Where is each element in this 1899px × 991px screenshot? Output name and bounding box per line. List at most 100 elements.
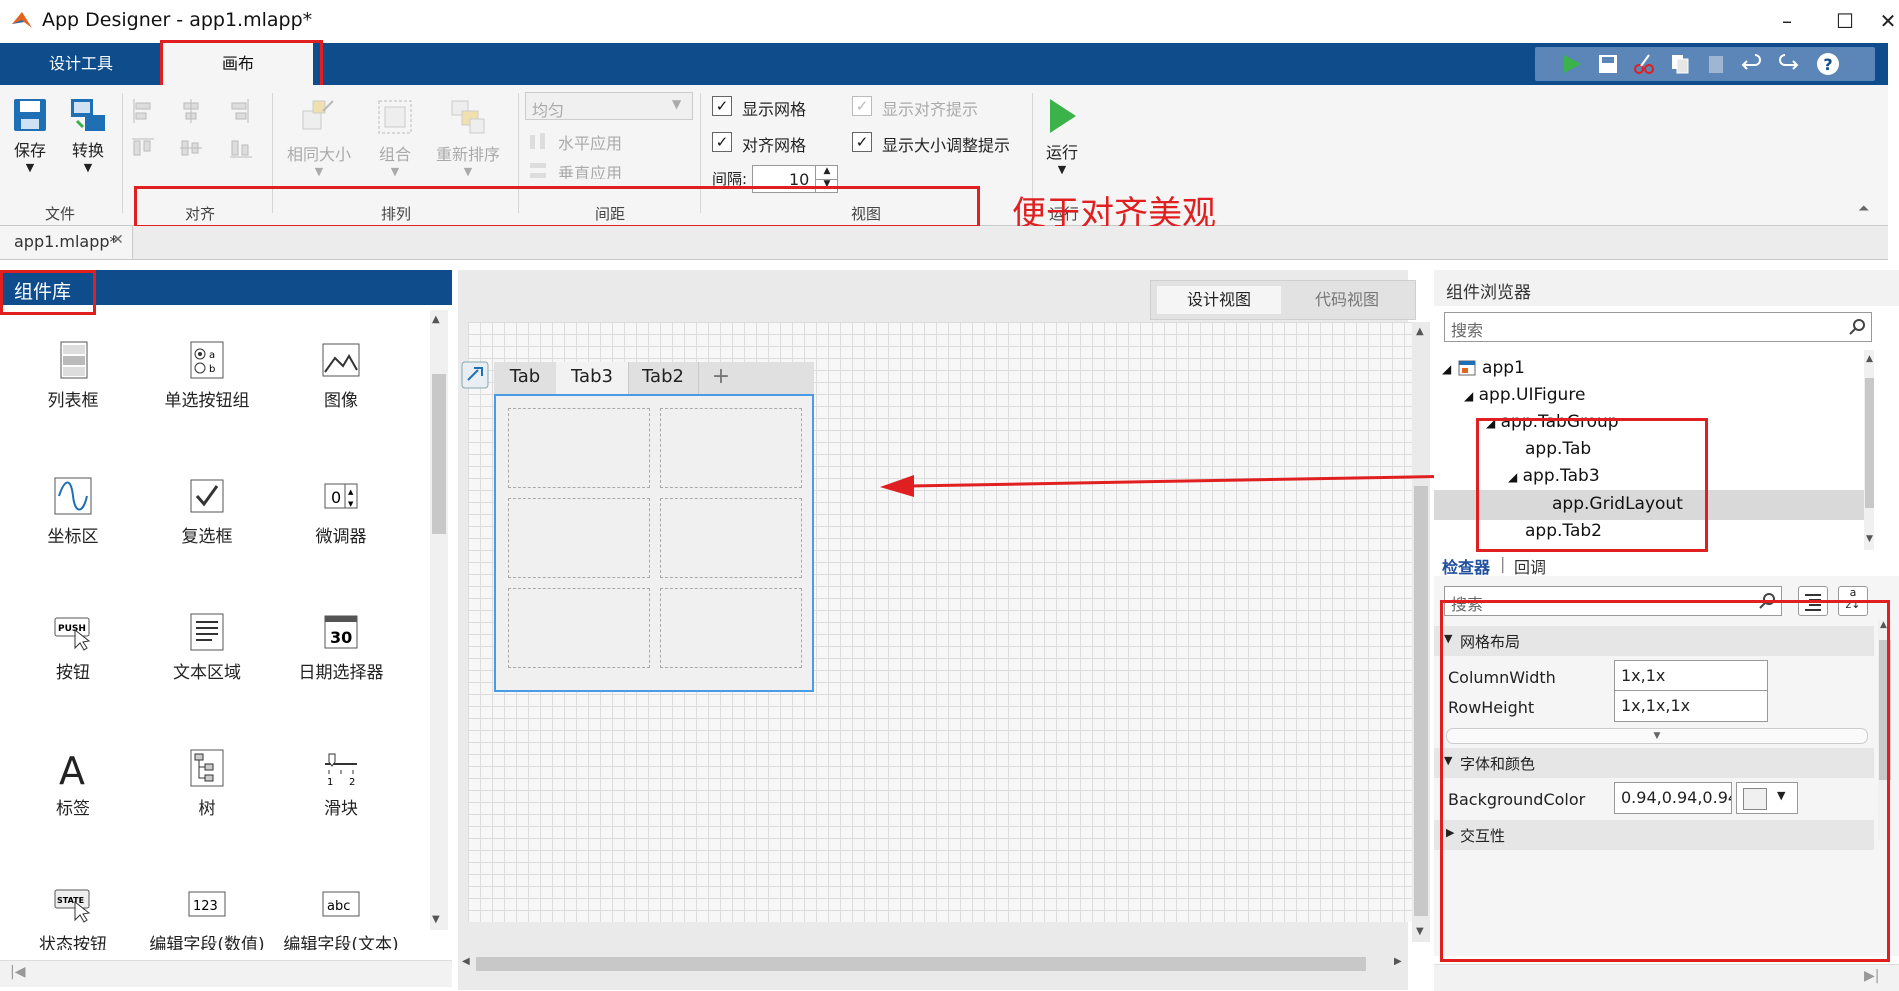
document-tab-row: app1.mlapp* ✕ bbox=[0, 226, 1888, 260]
component-listbox[interactable]: 列表框 bbox=[8, 340, 138, 411]
component-slider[interactable]: 12 滑块 bbox=[276, 748, 406, 819]
inspector-tab[interactable]: 检查器 bbox=[1442, 554, 1490, 576]
vertical-apply-button[interactable]: 垂直应用 bbox=[528, 159, 688, 179]
grid-cell[interactable] bbox=[660, 408, 802, 488]
browser-search-input[interactable]: 搜索 bbox=[1444, 312, 1872, 342]
component-label-widget[interactable]: A 标签 bbox=[8, 748, 138, 819]
component-radio-group[interactable]: ab 单选按钮组 bbox=[142, 340, 272, 411]
tab-group-settings-icon[interactable] bbox=[460, 360, 490, 390]
callbacks-tab[interactable]: 回调 bbox=[1514, 554, 1546, 576]
horizontal-apply-button[interactable]: 水平应用 bbox=[528, 129, 688, 153]
scroll-down-icon[interactable]: ▼ bbox=[432, 914, 440, 925]
expanded-arrow-icon[interactable]: ◢ bbox=[1442, 362, 1451, 376]
save-button[interactable]: 保存 ▼ bbox=[10, 97, 50, 174]
expanded-arrow-icon[interactable]: ◢ bbox=[1464, 389, 1473, 403]
snap-grid-checkbox[interactable]: ✓ 对齐网格 bbox=[712, 132, 832, 155]
app-icon bbox=[1458, 360, 1476, 376]
copy-icon[interactable] bbox=[1669, 53, 1691, 75]
quick-access-toolbar: ? bbox=[1535, 47, 1875, 81]
component-state-button[interactable]: STATE 状态按钮 bbox=[8, 884, 138, 950]
library-scrollbar[interactable]: ▲ ▼ bbox=[430, 310, 448, 930]
scroll-down-icon[interactable]: ▼ bbox=[1416, 926, 1424, 937]
doc-tab-app1[interactable]: app1.mlapp* ✕ bbox=[0, 226, 133, 259]
reorder-button[interactable]: 重新排序 ▼ bbox=[430, 97, 506, 178]
tree-node-app1[interactable]: ◢ app1 bbox=[1442, 358, 1525, 378]
grid-cell[interactable] bbox=[508, 498, 650, 578]
convert-button[interactable]: 转换 ▼ bbox=[66, 97, 110, 174]
annotation-box-tree bbox=[1476, 418, 1708, 552]
help-icon[interactable]: ? bbox=[1815, 51, 1841, 77]
component-checkbox[interactable]: 复选框 bbox=[142, 476, 272, 547]
group-button[interactable]: 组合 ▼ bbox=[370, 97, 420, 178]
canvas-tab-tab2[interactable]: Tab2 bbox=[628, 362, 699, 394]
add-tab-button[interactable]: + bbox=[706, 362, 736, 394]
scroll-right-icon[interactable]: ▶ bbox=[1394, 956, 1402, 967]
separator bbox=[122, 93, 123, 213]
scroll-left-icon[interactable]: ◀ bbox=[462, 956, 470, 967]
collapse-ribbon-icon[interactable]: ⏶ bbox=[1858, 201, 1869, 217]
component-browser-title: 组件浏览器 bbox=[1446, 283, 1531, 303]
canvas-horizontal-scrollbar[interactable]: ◀ ▶ bbox=[458, 954, 1408, 974]
scrollbar-thumb[interactable] bbox=[476, 957, 1366, 971]
scrollbar-thumb[interactable] bbox=[1865, 378, 1874, 508]
component-numeric-field[interactable]: 123 编辑字段(数值) bbox=[142, 884, 272, 950]
component-push-button[interactable]: PUSH 按钮 bbox=[8, 612, 138, 683]
grid-cell[interactable] bbox=[660, 498, 802, 578]
tab-group-component[interactable]: Tab Tab3 Tab2 + bbox=[461, 361, 888, 692]
canvas-grid[interactable]: Tab Tab3 Tab2 + bbox=[461, 322, 1416, 922]
scrollbar-thumb[interactable] bbox=[1414, 486, 1428, 916]
component-grid: 列表框 ab 单选按钮组 图像 坐标区 复选框 0 ▲ ▼ 微调器 PUSH 按钮 bbox=[0, 310, 430, 950]
show-resize-hints-label: 显示大小调整提示 bbox=[882, 136, 1011, 155]
canvas-tab-tab[interactable]: Tab bbox=[494, 362, 557, 394]
collapse-right-icon[interactable]: ▶| bbox=[1864, 968, 1879, 984]
undo-icon[interactable] bbox=[1741, 53, 1763, 75]
code-view-button[interactable]: 代码视图 bbox=[1285, 286, 1409, 314]
grid-cell[interactable] bbox=[660, 588, 802, 668]
show-resize-hints-checkbox[interactable]: ✓ 显示大小调整提示 bbox=[852, 132, 1032, 155]
view-switcher: 设计视图 代码视图 bbox=[1150, 280, 1416, 320]
svg-text:123: 123 bbox=[193, 899, 218, 914]
tree-node-uifigure[interactable]: ◢ app.UIFigure bbox=[1464, 385, 1585, 405]
scroll-up-icon[interactable]: ▲ bbox=[1416, 326, 1424, 337]
align-buttons[interactable] bbox=[130, 97, 270, 177]
run-icon[interactable] bbox=[1561, 53, 1583, 75]
canvas-vertical-scrollbar[interactable]: ▲ ▼ bbox=[1412, 322, 1430, 942]
scroll-down-icon[interactable]: ▼ bbox=[1866, 534, 1873, 544]
component-browser-header: 组件浏览器 bbox=[1434, 270, 1899, 306]
component-axes[interactable]: 坐标区 bbox=[8, 476, 138, 547]
design-view-button[interactable]: 设计视图 bbox=[1157, 286, 1281, 314]
component-text-field[interactable]: abc 编辑字段(文本) bbox=[276, 884, 406, 950]
grid-cell[interactable] bbox=[508, 408, 650, 488]
component-date-picker[interactable]: 30 日期选择器 bbox=[276, 612, 406, 683]
paste-icon[interactable] bbox=[1705, 53, 1727, 75]
grid-cell[interactable] bbox=[508, 588, 650, 668]
maximize-button[interactable]: ☐ bbox=[1820, 6, 1870, 36]
tab-design-tools[interactable]: 设计工具 bbox=[16, 43, 146, 85]
canvas-tab-tab3[interactable]: Tab3 bbox=[556, 362, 629, 394]
tree-scrollbar[interactable]: ▲ ▼ bbox=[1864, 350, 1874, 550]
annotation-box-ribbon-groups bbox=[134, 186, 980, 228]
same-size-button[interactable]: 相同大小 ▼ bbox=[282, 97, 356, 178]
close-window-button[interactable]: ✕ bbox=[1878, 6, 1898, 36]
component-label: 标签 bbox=[56, 799, 90, 819]
scroll-up-icon[interactable]: ▲ bbox=[1866, 354, 1873, 364]
redo-icon[interactable] bbox=[1777, 53, 1799, 75]
scroll-up-icon[interactable]: ▲ bbox=[432, 314, 440, 325]
checkbox-checked-icon: ✓ bbox=[852, 96, 872, 116]
component-tree[interactable]: 树 bbox=[142, 748, 272, 819]
component-image[interactable]: 图像 bbox=[276, 340, 406, 411]
component-text-area[interactable]: 文本区域 bbox=[142, 612, 272, 683]
cut-icon[interactable] bbox=[1633, 53, 1655, 75]
component-spinner[interactable]: 0 ▲ ▼ 微调器 bbox=[276, 476, 406, 547]
close-icon[interactable]: ✕ bbox=[112, 232, 124, 248]
collapse-left-icon[interactable]: |◀ bbox=[10, 964, 25, 980]
grid-layout-component[interactable] bbox=[494, 394, 814, 692]
show-align-hints-checkbox[interactable]: ✓ 显示对齐提示 bbox=[852, 96, 1012, 119]
save-icon[interactable] bbox=[1597, 53, 1619, 75]
minimize-button[interactable]: – bbox=[1762, 6, 1812, 36]
scrollbar-thumb[interactable] bbox=[432, 374, 446, 534]
spinner-up-icon[interactable]: ▲ bbox=[815, 166, 838, 180]
show-grid-checkbox[interactable]: ✓ 显示网格 bbox=[712, 96, 832, 119]
distribute-dropdown[interactable]: 均匀 ▼ bbox=[525, 92, 693, 120]
run-button[interactable]: 运行 ▼ bbox=[1040, 97, 1084, 176]
